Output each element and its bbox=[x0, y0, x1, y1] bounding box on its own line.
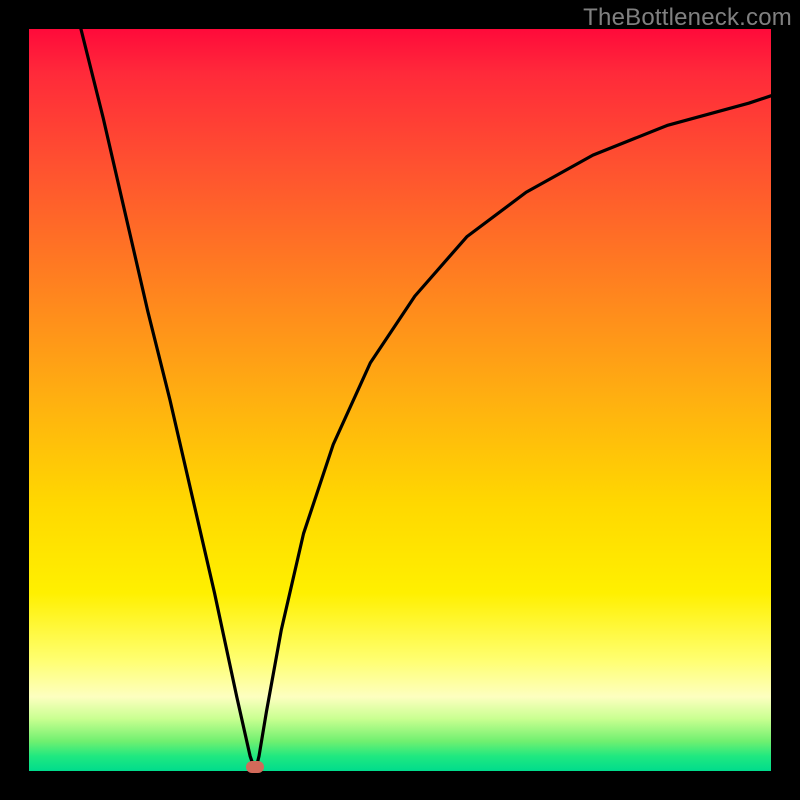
watermark-text: TheBottleneck.com bbox=[583, 4, 792, 32]
bottleneck-curve bbox=[29, 29, 771, 771]
plot-area bbox=[29, 29, 771, 771]
curve-path bbox=[81, 29, 771, 771]
chart-frame: TheBottleneck.com bbox=[0, 0, 800, 800]
optimum-marker bbox=[246, 761, 264, 773]
